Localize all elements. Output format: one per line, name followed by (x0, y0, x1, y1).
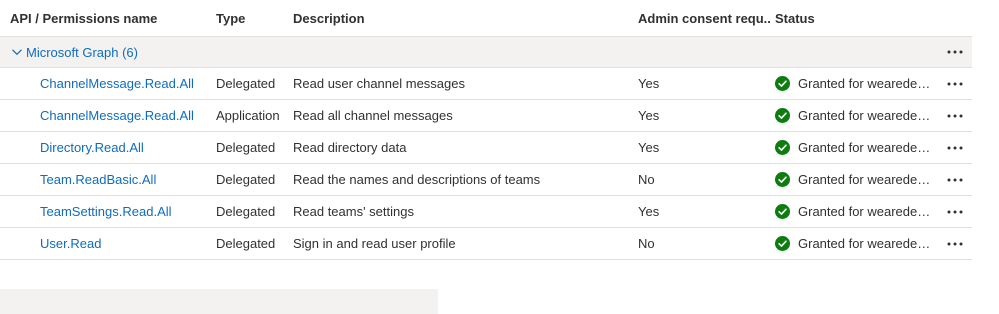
status-cell: Granted for wearedevo1... (775, 100, 940, 131)
row-more-button[interactable] (940, 100, 970, 131)
status-text: Granted for wearedevo1... (798, 108, 933, 123)
permission-type: Delegated (216, 172, 276, 187)
check-circle-icon (775, 140, 790, 155)
permission-name-cell: ChannelMessage.Read.All (10, 100, 210, 131)
status-text: Granted for wearedevo1... (798, 236, 933, 251)
permission-rows: ChannelMessage.Read.All Delegated Read u… (0, 68, 972, 260)
group-toggle[interactable]: Microsoft Graph (6) (10, 37, 138, 67)
permissions-table: API / Permissions name Type Description … (0, 0, 972, 260)
header-type[interactable]: Type (216, 0, 288, 36)
permission-type: Application (216, 108, 280, 123)
check-circle-icon (775, 108, 790, 123)
check-circle-icon (775, 204, 790, 219)
permission-name-cell: Directory.Read.All (10, 132, 210, 163)
permission-description: Read directory data (293, 140, 407, 155)
permission-name-link[interactable]: ChannelMessage.Read.All (10, 76, 194, 91)
more-icon[interactable] (946, 113, 964, 119)
admin-consent-required: Yes (638, 140, 660, 155)
status-cell: Granted for wearedevo1... (775, 164, 940, 195)
header-status[interactable]: Status (775, 0, 940, 36)
group-row-microsoft-graph: Microsoft Graph (6) (0, 37, 972, 68)
table-row: Team.ReadBasic.All Delegated Read the na… (0, 164, 972, 196)
permission-description: Read the names and descriptions of teams (293, 172, 541, 187)
table-row: TeamSettings.Read.All Delegated Read tea… (0, 196, 972, 228)
admin-consent-required: No (638, 236, 655, 251)
row-more-button[interactable] (940, 68, 970, 99)
more-icon[interactable] (946, 177, 964, 183)
permission-name-link[interactable]: ChannelMessage.Read.All (10, 108, 194, 123)
group-label[interactable]: Microsoft Graph (6) (26, 45, 138, 60)
table-row: ChannelMessage.Read.All Delegated Read u… (0, 68, 972, 100)
admin-consent-required: Yes (638, 76, 660, 91)
permission-type: Delegated (216, 236, 276, 251)
status-cell: Granted for wearedevo1... (775, 196, 940, 227)
row-more-button[interactable] (940, 196, 970, 227)
permission-name-link[interactable]: TeamSettings.Read.All (10, 204, 172, 219)
chevron-down-icon[interactable] (10, 45, 24, 59)
row-more-button[interactable] (940, 132, 970, 163)
permission-name-cell: Team.ReadBasic.All (10, 164, 210, 195)
permission-description: Read user channel messages (293, 76, 465, 91)
table-header-row: API / Permissions name Type Description … (0, 0, 972, 37)
header-admin-consent[interactable]: Admin consent requ... (638, 0, 770, 36)
admin-consent-required: Yes (638, 204, 660, 219)
status-cell: Granted for wearedevo1... (775, 68, 940, 99)
admin-consent-required: Yes (638, 108, 660, 123)
more-icon[interactable] (946, 49, 964, 55)
status-cell: Granted for wearedevo1... (775, 132, 940, 163)
status-text: Granted for wearedevo1... (798, 204, 933, 219)
more-icon[interactable] (946, 145, 964, 151)
permission-name-cell: User.Read (10, 228, 210, 259)
check-circle-icon (775, 236, 790, 251)
status-text: Granted for wearedevo1... (798, 76, 933, 91)
admin-consent-required: No (638, 172, 655, 187)
permission-type: Delegated (216, 140, 276, 155)
row-more-button[interactable] (940, 164, 970, 195)
status-text: Granted for wearedevo1... (798, 140, 933, 155)
status-text: Granted for wearedevo1... (798, 172, 933, 187)
permission-name-link[interactable]: User.Read (10, 236, 101, 251)
status-cell: Granted for wearedevo1... (775, 228, 940, 259)
header-description[interactable]: Description (293, 0, 633, 36)
permission-description: Sign in and read user profile (293, 236, 456, 251)
permission-name-cell: TeamSettings.Read.All (10, 196, 210, 227)
permission-name-link[interactable]: Directory.Read.All (10, 140, 144, 155)
table-row: ChannelMessage.Read.All Application Read… (0, 100, 972, 132)
table-row: User.Read Delegated Sign in and read use… (0, 228, 972, 260)
permission-description: Read teams' settings (293, 204, 414, 219)
permission-name-cell: ChannelMessage.Read.All (10, 68, 210, 99)
more-icon[interactable] (946, 81, 964, 87)
check-circle-icon (775, 172, 790, 187)
table-row: Directory.Read.All Delegated Read direct… (0, 132, 972, 164)
header-name[interactable]: API / Permissions name (10, 0, 210, 36)
more-icon[interactable] (946, 241, 964, 247)
permission-type: Delegated (216, 76, 276, 91)
group-more-button[interactable] (940, 37, 970, 67)
more-icon[interactable] (946, 209, 964, 215)
bottom-scrollbar[interactable] (0, 289, 438, 314)
check-circle-icon (775, 76, 790, 91)
permission-name-link[interactable]: Team.ReadBasic.All (10, 172, 156, 187)
permission-type: Delegated (216, 204, 276, 219)
row-more-button[interactable] (940, 228, 970, 259)
permission-description: Read all channel messages (293, 108, 453, 123)
